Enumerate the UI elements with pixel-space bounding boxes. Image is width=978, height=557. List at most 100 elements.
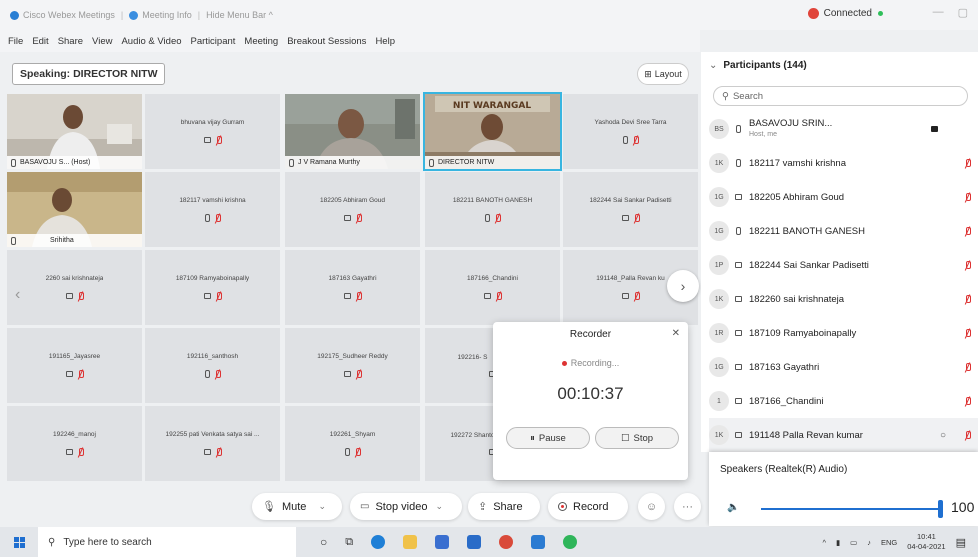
participant-row[interactable]: 1K 182260 sai krishnateja	[709, 282, 978, 316]
volume-slider-thumb[interactable]	[938, 500, 943, 518]
edge-icon[interactable]	[371, 535, 386, 549]
layout-button[interactable]: ⊞ Layout	[637, 63, 689, 85]
stop-recording-button[interactable]: ☐ Stop	[595, 427, 679, 449]
microphone-icon	[485, 214, 490, 222]
participant-tile[interactable]: 187163 Gayathri	[285, 250, 420, 325]
avatar: 1K	[709, 425, 729, 445]
webex-taskbar-icon[interactable]	[563, 535, 578, 549]
tile-name: 192116_santhosh	[186, 352, 239, 360]
menu-view[interactable]: View	[92, 36, 112, 47]
meeting-info-button[interactable]: Meeting Info	[129, 10, 192, 20]
volume-slider-track[interactable]	[761, 508, 941, 510]
microphone-icon: 🎙	[262, 501, 276, 513]
chevron-down-icon[interactable]: ⌄	[318, 501, 326, 512]
battery-icon[interactable]: ▮	[836, 538, 840, 547]
participants-header[interactable]: ⌄ Participants (144)	[709, 60, 807, 71]
pause-recording-button[interactable]: ⏸ Pause	[506, 427, 590, 449]
participant-tile[interactable]: 182211 BANOTH GANESH	[425, 172, 560, 247]
video-tile-host[interactable]: BASAVOJU S... (Host)	[7, 94, 142, 169]
close-recorder-button[interactable]: ✕	[672, 328, 680, 339]
participant-tile[interactable]: 182244 Sai Sankar Padisetti	[563, 172, 698, 247]
avatar: 1G	[709, 357, 729, 377]
mute-button[interactable]: 🎙 Mute ⌄	[252, 493, 342, 520]
participant-tile[interactable]: bhuvana vijay Gurram	[145, 94, 280, 169]
recorder-title: Recorder	[569, 329, 612, 340]
menu-audio-video[interactable]: Audio & Video	[121, 36, 181, 47]
file-explorer-icon[interactable]	[403, 535, 418, 549]
participant-tile[interactable]: 187166_Chandini	[425, 250, 560, 325]
participant-tile[interactable]: 192255 pati Venkata satya sai ...	[145, 406, 280, 481]
participant-row[interactable]: 1G 182205 Abhiram Goud	[709, 180, 978, 214]
network-icon[interactable]: ▭	[850, 538, 857, 547]
taskbar-clock[interactable]: 10:41 04-04-2021	[907, 532, 945, 552]
participant-row[interactable]: 1R 187109 Ramyaboinapally	[709, 316, 978, 350]
participant-tile[interactable]: 2260 sai krishnateja	[7, 250, 142, 325]
chrome-icon[interactable]	[499, 535, 514, 549]
clock-date: 04-04-2021	[907, 542, 946, 551]
participant-row[interactable]: 1G 182211 BANOTH GANESH	[709, 214, 978, 248]
muted-mic-icon	[965, 192, 971, 202]
connection-status[interactable]: Connected	[807, 8, 883, 19]
microphone-icon	[11, 158, 16, 167]
menu-meeting[interactable]: Meeting	[244, 36, 278, 47]
search-icon: ⚲	[48, 536, 56, 548]
notifications-icon[interactable]: ▤	[956, 536, 966, 549]
participant-search-input[interactable]: ⚲ Search	[713, 86, 968, 106]
participant-tile[interactable]: 182117 vamshi krishna	[145, 172, 280, 247]
participant-tile[interactable]: 182205 Abhiram Goud	[285, 172, 420, 247]
muted-mic-icon	[965, 260, 971, 270]
task-view-icon[interactable]: ⧉	[345, 536, 353, 549]
chevron-down-icon[interactable]: ⌄	[435, 501, 443, 512]
previous-page-button[interactable]: ‹	[15, 286, 20, 304]
reactions-button[interactable]: ☺	[638, 493, 665, 520]
maximize-button[interactable]: ▢	[958, 6, 968, 19]
camera-off-icon	[734, 432, 743, 438]
participant-row-hovered[interactable]: 1K 191148 Palla Revan kumar ○	[709, 418, 978, 452]
participant-name: 182205 Abhiram Goud	[749, 191, 845, 203]
participant-tile[interactable]: 192261_Shyam	[285, 406, 420, 481]
minimize-button[interactable]: —	[933, 6, 944, 19]
record-button[interactable]: Record	[548, 493, 628, 520]
chevron-down-icon[interactable]: ⌄	[709, 60, 717, 71]
chevron-up-icon[interactable]: ^	[822, 538, 826, 547]
language-indicator[interactable]: ENG	[881, 538, 897, 547]
menu-participant[interactable]: Participant	[191, 36, 236, 47]
menu-share[interactable]: Share	[58, 36, 83, 47]
menu-file[interactable]: File	[8, 36, 23, 47]
participant-row[interactable]: 1K 182117 vamshi krishna	[709, 146, 978, 180]
participant-row-host[interactable]: BS BASAVOJU SRIN... Host, me	[709, 112, 978, 146]
cortana-icon[interactable]: ○	[320, 535, 327, 549]
taskbar-search-input[interactable]: ⚲ Type here to search	[38, 527, 296, 557]
record-label: Record	[573, 500, 609, 513]
participant-row[interactable]: 1P 182244 Sai Sankar Padisetti	[709, 248, 978, 282]
participant-tile[interactable]: 192246_manoj	[7, 406, 142, 481]
video-tile-srihitha[interactable]: Srihitha	[7, 172, 142, 247]
start-button[interactable]	[0, 536, 38, 548]
video-tile-ramana[interactable]: J V Ramana Murthy	[285, 94, 420, 169]
photos-icon[interactable]	[531, 535, 546, 549]
camera-off-icon	[622, 215, 629, 221]
participant-row[interactable]: 1 187166_Chandini	[709, 384, 978, 418]
participant-tile[interactable]: 191165_Jayasree	[7, 328, 142, 403]
participant-tile[interactable]: 192116_santhosh	[145, 328, 280, 403]
participant-row[interactable]: 1G 187163 Gayathri	[709, 350, 978, 384]
menu-edit[interactable]: Edit	[32, 36, 48, 47]
chat-icon[interactable]: ○	[940, 430, 946, 441]
muted-mic-icon	[216, 291, 222, 301]
hide-menu-bar-button[interactable]: Hide Menu Bar ^	[206, 10, 273, 20]
more-options-button[interactable]: ···	[674, 493, 701, 520]
participant-tile[interactable]: 187109 Ramyaboinapally	[145, 250, 280, 325]
menu-breakout-sessions[interactable]: Breakout Sessions	[287, 36, 366, 47]
store-icon[interactable]	[435, 535, 450, 549]
volume-icon[interactable]: ♪	[867, 538, 871, 547]
video-tile-director[interactable]: NIT WARANGAL DIRECTOR NITW	[423, 92, 562, 171]
share-button[interactable]: ⇪ Share	[468, 493, 540, 520]
camera-off-icon	[734, 330, 743, 336]
mail-icon[interactable]	[467, 535, 482, 549]
participant-tile[interactable]: Yashoda Devi Sree Tarra	[563, 94, 698, 169]
pause-icon: ⏸	[530, 432, 535, 444]
menu-help[interactable]: Help	[375, 36, 395, 47]
stop-video-button[interactable]: ▭ Stop video ⌄	[350, 493, 462, 520]
participant-tile[interactable]: 192175_Sudheer Reddy	[285, 328, 420, 403]
next-page-button[interactable]: ›	[667, 270, 699, 302]
